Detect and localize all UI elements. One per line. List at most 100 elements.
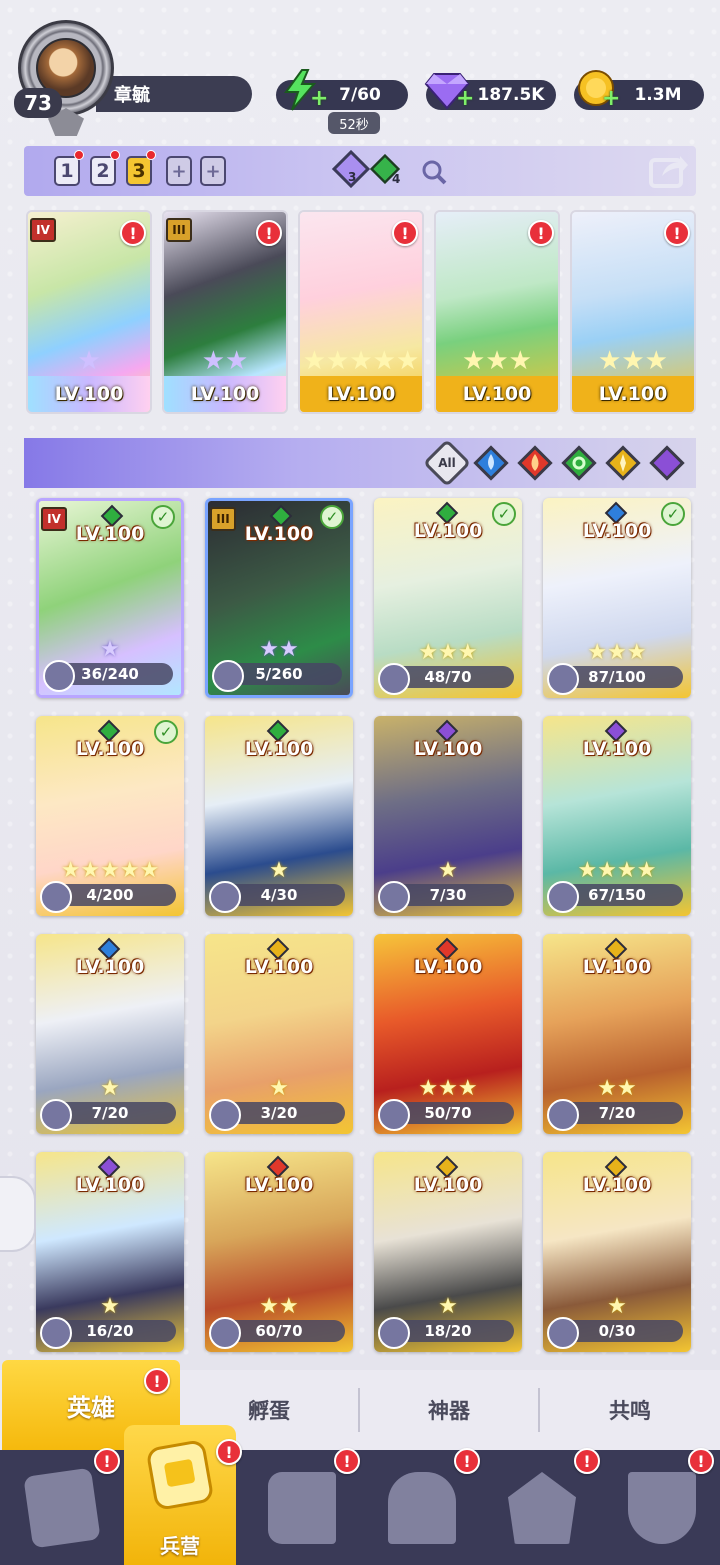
nav-barracks[interactable]: ! 兵营: [124, 1425, 242, 1565]
fragment-progress: 7/30: [378, 881, 514, 913]
team-slot-3[interactable]: 3: [126, 156, 152, 186]
hero-level: LV.100: [244, 1174, 314, 1196]
hero-card[interactable]: LV.100 ★ 7/30: [374, 716, 522, 916]
add-gem-icon[interactable]: +: [456, 88, 474, 110]
hero-card[interactable]: LV.100 ★★★★ 67/150: [543, 716, 691, 916]
gold-value: 1.3M: [634, 85, 682, 105]
hero-level: LV.100: [75, 1174, 145, 1196]
hero-card[interactable]: LV.100 ★ 4/30: [205, 716, 353, 916]
team-bar: 1 2 3 + + 3 4: [24, 146, 696, 196]
hero-card[interactable]: ✓ LV.100 ★★★ 87/100: [543, 498, 691, 698]
filter-dark-icon[interactable]: [648, 444, 686, 482]
hero-card[interactable]: III ✓ LV.100 ★★ 5/260: [205, 498, 353, 698]
star-rating: ★: [100, 1294, 120, 1319]
floating-helper-avatar[interactable]: [0, 1176, 36, 1252]
fragment-progress: 36/240: [43, 660, 173, 692]
featured-hero-card[interactable]: IV ! ★ LV.100: [26, 210, 152, 414]
fragment-progress: 50/70: [378, 1099, 514, 1131]
tab-artifact[interactable]: 神器: [360, 1370, 538, 1450]
hero-level: LV.100: [244, 956, 314, 978]
star-rating: ★: [438, 858, 458, 883]
fragment-progress: 87/100: [547, 663, 683, 695]
hero-card[interactable]: ✓ LV.100 ★★★ 48/70: [374, 498, 522, 698]
hero-level: LV.100: [244, 523, 314, 545]
star-rating: ★: [438, 1294, 458, 1319]
nav-castle[interactable]: !: [360, 1448, 480, 1565]
filter-water-icon[interactable]: [472, 444, 510, 482]
star-rating: ★★★: [418, 1076, 478, 1101]
star-rating: ★: [269, 858, 289, 883]
filter-fire-icon[interactable]: [516, 444, 554, 482]
add-team-button[interactable]: +: [200, 156, 226, 186]
fragment-progress: 48/70: [378, 663, 514, 695]
alert-icon: !: [334, 1448, 360, 1474]
search-icon[interactable]: [420, 158, 448, 186]
alert-icon: !: [688, 1448, 714, 1474]
star-rating: ★★: [259, 637, 299, 662]
hero-card[interactable]: LV.100 ★★ 60/70: [205, 1152, 353, 1352]
player-avatar[interactable]: 73: [14, 20, 116, 138]
fragment-progress: 16/20: [40, 1317, 176, 1349]
hero-level: LV.100: [164, 376, 286, 412]
sub-tab-bar: 孵蛋 神器 共鸣 英雄 !: [0, 1360, 720, 1450]
star-rating: ★: [269, 1076, 289, 1101]
nav-book[interactable]: !: [240, 1448, 360, 1565]
hero-card[interactable]: LV.100 ★ 3/20: [205, 934, 353, 1134]
featured-hero-card[interactable]: ! ★★★★★ LV.100: [298, 210, 424, 414]
hero-level: LV.100: [582, 520, 652, 542]
alert-icon: !: [664, 220, 690, 246]
hero-level: LV.100: [413, 1174, 483, 1196]
element-filter-bar: All: [24, 438, 696, 488]
hero-level: LV.100: [300, 376, 422, 412]
hero-level: LV.100: [413, 520, 483, 542]
hero-card[interactable]: LV.100 ★ 16/20: [36, 1152, 184, 1352]
add-energy-icon[interactable]: +: [310, 88, 328, 110]
tab-resonance[interactable]: 共鸣: [540, 1370, 720, 1450]
book-icon: [268, 1472, 336, 1544]
green-count: 4: [392, 172, 401, 186]
star-rating: ★: [100, 1076, 120, 1101]
filter-light-icon[interactable]: [604, 444, 642, 482]
fragment-progress: 7/20: [40, 1099, 176, 1131]
star-rating: ★: [607, 1294, 627, 1319]
share-icon[interactable]: [648, 152, 690, 190]
purple-count: 3: [348, 170, 357, 184]
alert-dot: [110, 150, 120, 160]
filter-nature-icon[interactable]: [560, 444, 598, 482]
featured-hero-card[interactable]: ! ★★★ LV.100: [434, 210, 560, 414]
fragment-progress: 4/200: [40, 881, 176, 913]
add-gold-icon[interactable]: +: [602, 88, 620, 110]
bottom-nav: ! ! ! ! !: [0, 1448, 720, 1565]
hero-card[interactable]: ✓ LV.100 ★★★★★ 4/200: [36, 716, 184, 916]
nav-mushroom[interactable]: !: [480, 1448, 600, 1565]
star-rating: ★★★★★: [302, 346, 420, 376]
star-rating: ★★: [259, 1294, 299, 1319]
hero-card[interactable]: IV ✓ LV.100 ★ 36/240: [36, 498, 184, 698]
star-rating: ★: [77, 346, 101, 376]
fragment-progress: 67/150: [547, 881, 683, 913]
nav-cards[interactable]: !: [0, 1448, 120, 1565]
castle-icon: [388, 1472, 456, 1544]
filter-all-button[interactable]: All: [422, 438, 472, 488]
nav-guild[interactable]: !: [600, 1448, 720, 1565]
hero-level: LV.100: [244, 738, 314, 760]
team-slot-2[interactable]: 2: [90, 156, 116, 186]
hero-level: LV.100: [413, 956, 483, 978]
hero-card[interactable]: LV.100 ★ 0/30: [543, 1152, 691, 1352]
featured-hero-card[interactable]: ! ★★★ LV.100: [570, 210, 696, 414]
hero-card[interactable]: LV.100 ★★ 7/20: [543, 934, 691, 1134]
hero-card[interactable]: LV.100 ★★★ 50/70: [374, 934, 522, 1134]
add-team-button[interactable]: +: [166, 156, 192, 186]
team-slot-1[interactable]: 1: [54, 156, 80, 186]
player-name[interactable]: 章毓: [96, 76, 252, 112]
fragment-progress: 0/30: [547, 1317, 683, 1349]
featured-hero-card[interactable]: III ! ★ ★ LV.100: [162, 210, 288, 414]
hero-level: LV.100: [28, 376, 150, 412]
hero-card[interactable]: LV.100 ★ 18/20: [374, 1152, 522, 1352]
fragment-progress: 4/30: [209, 881, 345, 913]
hero-card[interactable]: LV.100 ★ 7/20: [36, 934, 184, 1134]
star-rating: ★★★★: [577, 858, 657, 883]
hero-level: LV.100: [413, 738, 483, 760]
gem-value: 187.5K: [477, 85, 545, 105]
fragment-progress: 5/260: [212, 660, 342, 692]
